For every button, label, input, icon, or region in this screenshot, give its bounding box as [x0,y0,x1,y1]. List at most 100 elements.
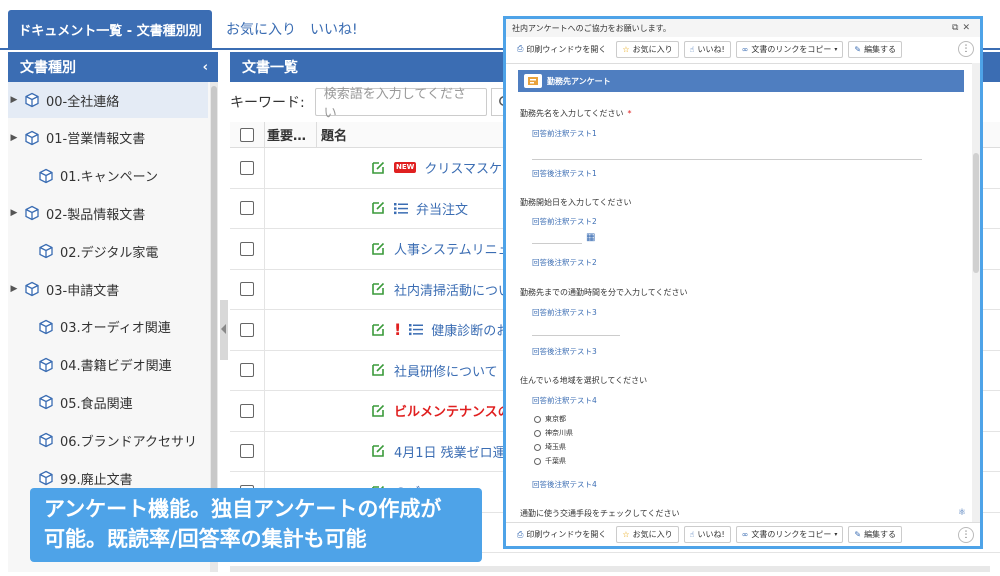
thumbs-up-icon: ☝ [689,530,695,539]
folder-box-icon [38,470,54,486]
footer-edit-button[interactable]: ✎ 編集する [848,526,903,543]
tree-item-label: 01.キャンペーン [60,170,159,186]
tab-document-list-by-type[interactable]: ドキュメント一覧 - 文書種別別 [8,10,212,48]
tab-favorites[interactable]: お気に入り [218,10,304,48]
radio-option-1[interactable]: 東京都 [534,414,566,424]
more-vertical-icon: ⋮ [961,529,971,540]
panel-splitter-handle[interactable] [220,300,228,360]
footer-print-window-button[interactable]: ⎙ 印刷ウィンドウを開く [512,526,612,543]
row-checkbox[interactable] [240,282,254,297]
tree-item-label: 02.デジタル家電 [60,245,159,261]
tree-item-label: 02-製品情報文書 [46,207,146,223]
tree-item[interactable]: ▶ 01-営業情報文書 [8,120,208,156]
keyword-search-input[interactable]: 検索語を入力してください [314,87,487,121]
more-options-button[interactable]: ⋮ [958,41,974,57]
folder-box-icon [38,394,54,410]
required-mark: * [627,109,632,118]
tree-item[interactable]: 02.デジタル家電 [8,233,208,269]
radio-option-4[interactable]: 千葉県 [534,456,566,466]
expand-arrow-icon[interactable]: ▶ [8,284,20,294]
row-checkbox[interactable] [240,160,254,175]
folder-box-icon [38,357,54,373]
tree-item[interactable]: 06.ブランドアクセサリ [8,422,208,458]
close-icon[interactable]: ✕ [962,23,974,33]
question-2-date-input[interactable] [532,230,582,244]
question-4-note-after: 回答後注釈テスト4 [532,480,597,489]
popup-footer-toolbar: ⎙ 印刷ウィンドウを開く ☆ お気に入り ☝ いいね! ∞ 文書のリンクをコピー ▾ ✎ 編… [506,522,980,546]
edit-button[interactable]: ✎ 編集する [848,40,903,58]
tree-item[interactable]: 05.食品関連 [8,384,208,420]
tree-item[interactable]: 03.オーディオ関連 [8,309,208,345]
copy-link-button[interactable]: ∞ 文書のリンクをコピー ▾ [735,40,844,58]
tree-item[interactable]: 01.キャンペーン [8,158,208,194]
popup-title: 社内アンケートへのご協力をお願いします。 [512,23,671,33]
folder-box-icon [24,205,40,221]
caret-down-icon: ▾ [834,531,838,538]
expand-arrow-icon[interactable]: ▶ [8,133,20,143]
translate-icon[interactable]: ⚛ [958,508,966,518]
document-title-link[interactable]: 社員研修について [394,361,498,380]
edit-document-icon[interactable] [370,403,386,419]
importance-cell [264,188,316,228]
restore-icon[interactable]: ⧉ [952,23,962,33]
row-checkbox[interactable] [240,444,254,459]
edit-document-icon[interactable] [370,281,386,297]
document-title-link[interactable]: 弁当注文 [416,199,468,218]
survey-body: 勤務先アンケート 勤務先名を入力してください * 回答前注釈テスト1 回答後注釈テ… [506,63,980,525]
footer-favorite-button[interactable]: ☆ お気に入り [616,526,679,543]
radio-option-2[interactable]: 神奈川県 [534,428,573,438]
callout-line-2: 可能。既読率/回答率の集計も可能 [44,527,367,551]
important-icon: ! [394,320,402,340]
expand-arrow-icon[interactable]: ▶ [8,208,20,218]
row-checkbox[interactable] [240,322,254,337]
row-checkbox[interactable] [240,241,254,256]
print-icon: ⎙ [517,529,524,539]
folder-box-icon [38,243,54,259]
star-icon: ☆ [622,530,630,539]
tab-likes[interactable]: いいね! [302,10,366,48]
importance-cell [264,350,316,390]
edit-document-icon[interactable] [370,241,386,257]
edit-document-icon[interactable] [370,443,386,459]
footer-more-options-button[interactable]: ⋮ [958,526,974,543]
question-1-note-after: 回答後注釈テスト1 [532,169,597,178]
popup-scrollbar[interactable] [972,63,980,525]
tree-item[interactable]: ▶ 02-製品情報文書 [8,195,208,231]
edit-document-icon[interactable] [370,322,386,338]
importance-column-header[interactable]: 重要… [264,122,316,147]
favorite-button[interactable]: ☆ お気に入り [616,40,679,58]
like-button[interactable]: ☝ いいね! [683,40,731,58]
footer-copy-link-button[interactable]: ∞ 文書のリンクをコピー ▾ [735,526,844,543]
tree-scrollbar-thumb[interactable] [211,86,217,526]
row-checkbox[interactable] [240,201,254,216]
question-1-text-input[interactable] [532,144,922,160]
footer-like-button[interactable]: ☝ いいね! [683,526,731,543]
edit-document-icon[interactable] [370,160,386,176]
question-4-label: 住んでいる地域を選択してください [520,376,648,385]
question-3-number-input[interactable] [532,322,620,336]
question-2-label: 勤務開始日を入力してください [520,198,632,207]
popup-scrollbar-thumb[interactable] [973,153,979,273]
edit-document-icon[interactable] [370,362,386,378]
question-4-note-before: 回答前注釈テスト4 [532,396,597,405]
tree-item[interactable]: ▶ 03-申請文書 [8,271,208,307]
row-checkbox[interactable] [240,403,254,418]
expand-arrow-icon[interactable]: ▶ [8,95,20,105]
row-checkbox[interactable] [240,363,254,378]
question-3-note-before: 回答前注釈テスト3 [532,308,597,317]
keyword-label: キーワード: [230,95,305,111]
radio-option-3[interactable]: 埼玉県 [534,442,566,452]
survey-list-icon [409,323,424,336]
select-all-checkbox[interactable] [240,127,254,142]
print-icon: ⎙ [517,44,524,53]
importance-cell [264,391,316,431]
tree-item[interactable]: 04.書籍ビデオ関連 [8,347,208,383]
print-window-button[interactable]: ⎙ 印刷ウィンドウを開く [512,40,612,58]
horizontal-scrollbar[interactable] [230,566,990,572]
folder-box-icon [24,92,40,108]
question-2-note-before: 回答前注釈テスト2 [532,217,597,226]
edit-document-icon[interactable] [370,200,386,216]
calendar-icon[interactable]: ▦ [586,232,595,243]
chevron-left-icon[interactable]: ‹ [203,60,208,75]
tree-item[interactable]: ▶ 00-全社連絡 [8,82,208,118]
